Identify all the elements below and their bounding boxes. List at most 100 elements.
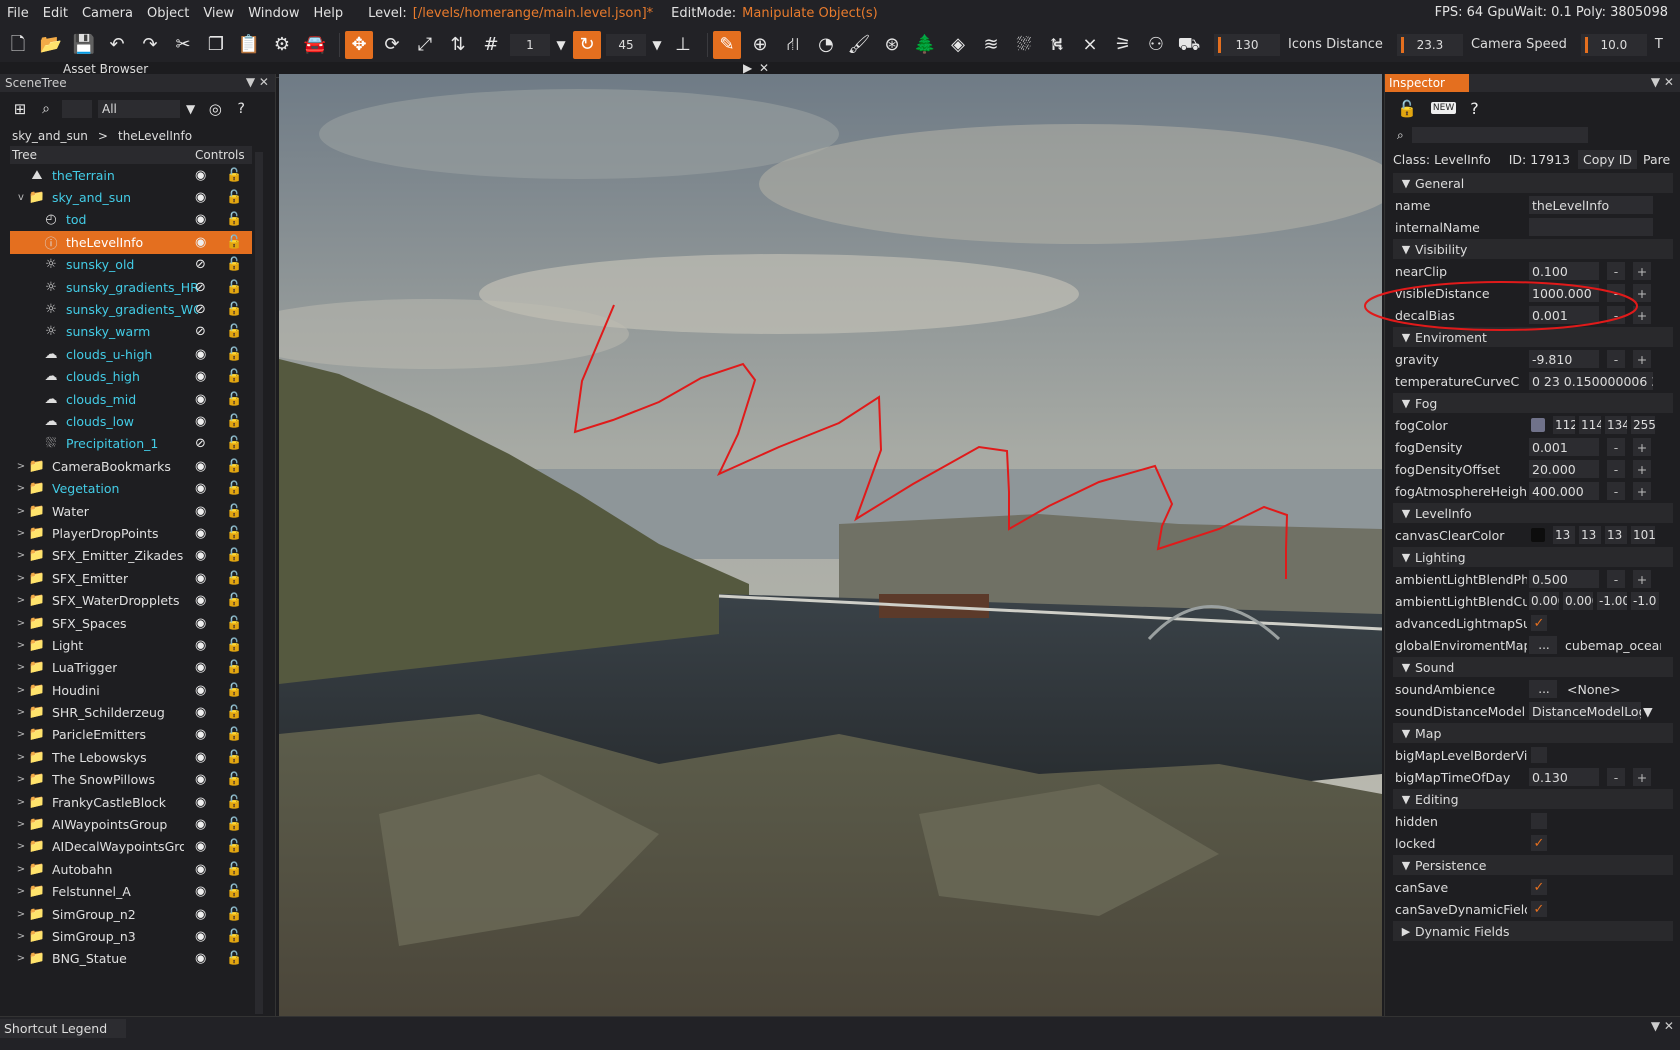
menu-help[interactable]: Help [306, 6, 350, 21]
copy-id-button[interactable]: Copy ID [1578, 149, 1638, 169]
traffic-light-icon[interactable]: ⚞ [1109, 31, 1137, 59]
chevron-down-icon[interactable]: ▼ [1643, 704, 1653, 719]
paint-roller-icon[interactable]: 🖌 [845, 31, 873, 59]
tree-row[interactable]: > 📁 SFX_Emitter ◉ 🔓 [10, 567, 252, 589]
forest-icon[interactable]: ⊛ [878, 31, 906, 59]
scale-tool-icon[interactable]: ⤢ [411, 31, 439, 59]
eye-icon[interactable]: ◉ [195, 884, 206, 899]
browse-button[interactable]: ... [1529, 636, 1557, 654]
lock-icon[interactable]: 🔓 [226, 951, 242, 966]
expand-icon[interactable]: > [14, 819, 28, 830]
panel-controls[interactable]: ▼ ✕ [246, 75, 269, 89]
lock-icon[interactable]: 🔓 [226, 369, 242, 384]
expand-icon[interactable]: > [14, 752, 28, 763]
lock-icon[interactable]: 🔓 [226, 436, 242, 451]
lock-icon[interactable]: 🔓 [226, 862, 242, 877]
section-map[interactable]: ▼ Map [1393, 723, 1673, 743]
name-field[interactable]: theLevelInfo [1529, 196, 1653, 214]
tree-row[interactable]: > 📁 Autobahn ◉ 🔓 [10, 858, 252, 880]
eye-icon[interactable]: ◉ [195, 727, 206, 742]
chevron-down-icon[interactable]: ▼ [554, 31, 568, 59]
pare-button[interactable]: Pare [1643, 152, 1670, 167]
increment-button[interactable]: + [1633, 482, 1651, 500]
eye-icon[interactable]: ◉ [195, 683, 206, 698]
menu-file[interactable]: File [0, 6, 36, 21]
section-editing[interactable]: ▼ Editing [1393, 789, 1673, 809]
eye-icon[interactable]: ◉ [195, 839, 206, 854]
eye-icon[interactable]: ◉ [195, 795, 206, 810]
canvas-b[interactable]: 13 [1605, 526, 1627, 544]
lock-icon[interactable]: 🔓 [226, 280, 242, 295]
section-visibility[interactable]: ▼ Visibility [1393, 239, 1673, 259]
eye-icon[interactable]: ◉ [195, 593, 206, 608]
eye-icon[interactable]: ◉ [195, 817, 206, 832]
tree-row[interactable]: ☼ sunsky_gradients_HR ⊘ 🔓 [10, 276, 252, 298]
terrain-paint-icon[interactable]: ◔ [812, 31, 840, 59]
eye-icon[interactable]: ◉ [195, 235, 206, 250]
filter-select[interactable]: All [98, 100, 180, 118]
tree-row[interactable]: ☁ clouds_high ◉ 🔓 [10, 366, 252, 388]
eye-icon[interactable]: ◉ [195, 369, 206, 384]
expand-icon[interactable]: v [14, 192, 28, 203]
tree-row[interactable]: > 📁 AIWaypointsGroup ◉ 🔓 [10, 813, 252, 835]
lock-icon[interactable]: 🔓 [226, 817, 242, 832]
expand-icon[interactable]: > [14, 528, 28, 539]
lock-icon[interactable]: 🔓 [226, 593, 242, 608]
tree-row[interactable]: ⓘ theLevelInfo ◉ 🔓 [10, 231, 252, 254]
copy-icon[interactable]: ❐ [202, 31, 230, 59]
expand-icon[interactable]: > [14, 864, 28, 875]
tree-row[interactable]: > 📁 SHR_Schilderzeug ◉ 🔓 [10, 701, 252, 723]
tree-row[interactable]: ◴ tod ◉ 🔓 [10, 209, 252, 231]
angle-snap-input[interactable]: 45 [606, 33, 646, 56]
eye-icon[interactable]: ◉ [195, 929, 206, 944]
3d-viewport[interactable] [279, 74, 1382, 1016]
ambcurve-0[interactable]: 0.000 [1529, 592, 1559, 610]
close-icon[interactable]: ✕ [759, 61, 769, 75]
ambcurve-3[interactable]: -1.0 [1631, 592, 1659, 610]
increment-button[interactable]: + [1633, 460, 1651, 478]
panel-controls[interactable]: ▼ ✕ [1651, 75, 1674, 89]
expand-icon[interactable]: > [14, 841, 28, 852]
lock-icon[interactable]: 🔓 [226, 392, 242, 407]
new-file-icon[interactable]: 🗋 [4, 31, 32, 59]
tree-row[interactable]: > 📁 Water ◉ 🔓 [10, 500, 252, 522]
eye-icon[interactable]: ◉ [195, 504, 206, 519]
section-dynamic-fields[interactable]: ▶ Dynamic Fields [1393, 921, 1673, 941]
advancedlightmap-checkbox[interactable]: ✓ [1531, 615, 1547, 631]
undo-icon[interactable]: ↶ [103, 31, 131, 59]
section-levelinfo[interactable]: ▼ LevelInfo [1393, 503, 1673, 523]
lock-icon[interactable]: 🔓 [226, 772, 242, 787]
locked-checkbox[interactable]: ✓ [1531, 835, 1547, 851]
tree-row[interactable]: > 📁 SFX_Spaces ◉ 🔓 [10, 612, 252, 634]
chevron-down-icon[interactable]: ▼ [186, 102, 195, 116]
node-graph-icon[interactable]: ⚇ [1142, 31, 1170, 59]
eye-icon[interactable]: ◉ [195, 168, 206, 183]
lock-icon[interactable]: 🔓 [226, 459, 242, 474]
eye-icon[interactable]: ◉ [195, 862, 206, 877]
lock-icon[interactable]: 🔓 [226, 795, 242, 810]
grid-size-input[interactable]: 1 [510, 33, 550, 56]
expand-icon[interactable]: > [14, 595, 28, 606]
fogdensity-field[interactable]: 0.001 [1529, 438, 1599, 456]
expand-icon[interactable]: > [14, 685, 28, 696]
tree-row[interactable]: v 📁 sky_and_sun ◉ 🔓 [10, 186, 252, 208]
lock-icon[interactable]: 🔓 [226, 481, 242, 496]
fogcolor-swatch[interactable] [1531, 418, 1545, 432]
create-object-icon[interactable]: ⊕ [746, 31, 774, 59]
lock-icon[interactable]: 🔓 [226, 616, 242, 631]
expand-icon[interactable]: > [14, 931, 28, 942]
trees-icon[interactable]: 🌲 [911, 31, 939, 59]
fogdensityoffset-field[interactable]: 20.000 [1529, 460, 1599, 478]
gear-icon[interactable]: ⚙ [268, 31, 296, 59]
ambcurve-2[interactable]: -1.00 [1597, 592, 1627, 610]
lock-icon[interactable]: 🔓 [226, 504, 242, 519]
fogcolor-b[interactable]: 134 [1605, 416, 1627, 434]
inspector-search-input[interactable] [1411, 127, 1588, 143]
eye-icon[interactable]: ◉ [195, 772, 206, 787]
eye-icon[interactable]: ◉ [195, 392, 206, 407]
lock-icon[interactable]: 🔓 [226, 324, 242, 339]
lock-icon[interactable]: 🔓 [226, 347, 242, 362]
tree-row[interactable]: ⛆ Precipitation_1 ⊘ 🔓 [10, 433, 252, 455]
lock-icon[interactable]: 🔓 [226, 929, 242, 944]
eye-off-icon[interactable]: ⊘ [195, 257, 206, 272]
